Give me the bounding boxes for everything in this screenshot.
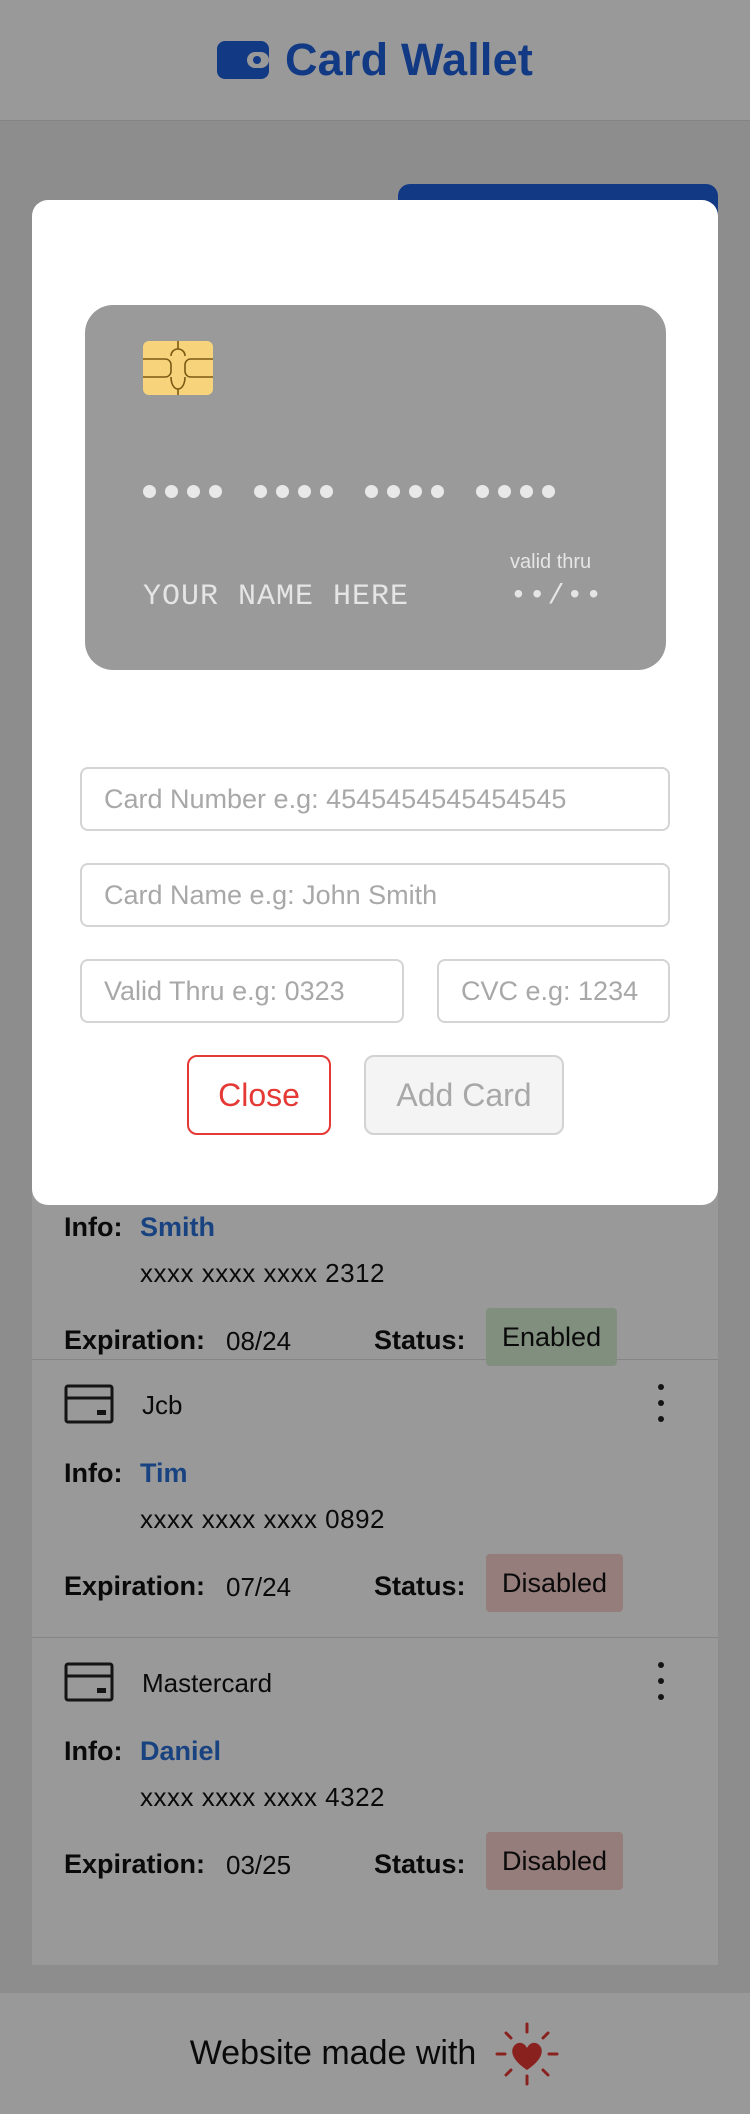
card-number-group (476, 485, 555, 498)
card-number-group (365, 485, 444, 498)
valid-thru-label: valid thru (510, 551, 592, 573)
add-card-modal: valid thru YOUR NAME HERE ••/•• Close Ad… (32, 200, 718, 1205)
cvc-input[interactable] (437, 959, 670, 1023)
valid-thru-preview: ••/•• (510, 581, 605, 612)
card-name-input[interactable] (80, 863, 670, 927)
card-preview: valid thru YOUR NAME HERE ••/•• (85, 305, 666, 670)
card-number-input[interactable] (80, 767, 670, 831)
card-number-group (254, 485, 333, 498)
card-number-group (143, 485, 222, 498)
add-card-button[interactable]: Add Card (364, 1055, 564, 1135)
card-name-preview: YOUR NAME HERE (143, 580, 410, 614)
valid-thru-input[interactable] (80, 959, 404, 1023)
card-number-preview (143, 485, 555, 498)
chip-icon (143, 341, 213, 395)
close-button[interactable]: Close (187, 1055, 331, 1135)
